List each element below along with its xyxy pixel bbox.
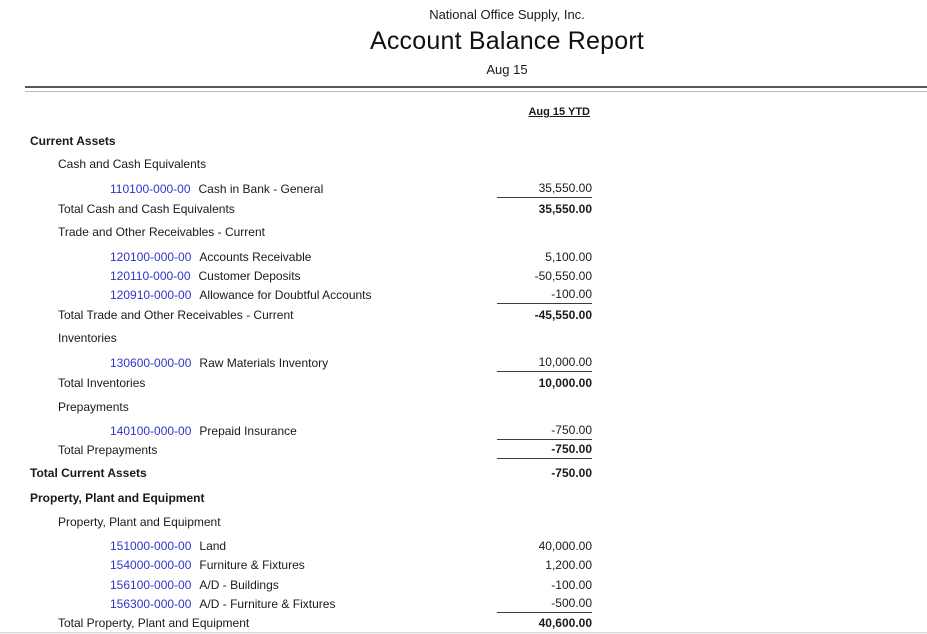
account-name: Cash in Bank - General [199,182,324,196]
report-body: Aug 15 YTD Current Assets Cash and Cash … [0,106,592,632]
account-name: Furniture & Fixtures [199,558,304,572]
amount-value: 1,200.00 [497,558,592,574]
amount-value: 10,000.00 [497,355,592,372]
account-name: Raw Materials Inventory [199,356,328,370]
account-name: A/D - Buildings [199,578,278,592]
amount-value: -100.00 [497,287,592,304]
amount-value: 40,000.00 [497,539,592,555]
grand-total-row: Total Current Assets -750.00 [0,463,592,482]
account-name: A/D - Furniture & Fixtures [199,597,335,611]
amount-value: -50,550.00 [497,269,592,285]
company-name: National Office Supply, Inc. [0,0,927,22]
account-row: 156300-000-00A/D - Furniture & Fixtures … [0,594,592,613]
amount-value: -100.00 [497,578,592,594]
subsection-label: Trade and Other Receivables - Current [58,225,265,239]
total-row: Total Property, Plant and Equipment 40,6… [0,613,592,632]
account-number-link[interactable]: 154000-000-00 [110,558,191,572]
account-name: Land [199,539,226,553]
total-row: Total Cash and Cash Equivalents 35,550.0… [0,199,592,218]
subsection-row: Cash and Cash Equivalents [0,154,592,173]
grand-total-label: Total Current Assets [30,466,147,480]
account-name: Accounts Receivable [199,250,311,264]
header-separator-dark [25,86,927,88]
total-label: Total Cash and Cash Equivalents [58,202,235,216]
account-number-link[interactable]: 120110-000-00 [110,269,191,283]
section-label: Property, Plant and Equipment [30,491,204,505]
account-number-link[interactable]: 156100-000-00 [110,578,191,592]
account-number-link[interactable]: 156300-000-00 [110,597,191,611]
total-label: Total Property, Plant and Equipment [58,616,249,630]
total-label: Total Prepayments [58,443,157,457]
account-name: Allowance for Doubtful Accounts [199,288,371,302]
account-number-link[interactable]: 130600-000-00 [110,356,191,370]
amount-value: -500.00 [497,596,592,613]
account-number-link[interactable]: 140100-000-00 [110,424,191,438]
header-separator-light [25,91,927,92]
subsection-row: Trade and Other Receivables - Current [0,222,592,241]
account-number-link[interactable]: 151000-000-00 [110,539,191,553]
section-row: Current Assets [0,131,592,150]
total-label: Total Inventories [58,376,145,390]
subsection-label: Inventories [58,331,117,345]
account-row: 151000-000-00 Land 40,000.00 [0,536,592,555]
account-name: Customer Deposits [199,269,301,283]
account-row: 110100-000-00 Cash in Bank - General 35,5… [0,179,592,198]
amount-value: -750.00 [497,423,592,440]
subsection-row: Property, Plant and Equipment [0,512,592,531]
account-row: 120110-000-00 Customer Deposits -50,550.0… [0,266,592,285]
account-row: 120100-000-00 Accounts Receivable 5,100.0… [0,247,592,266]
account-row: 120910-000-00 Allowance for Doubtful Acco… [0,285,592,304]
account-number-link[interactable]: 120100-000-00 [110,250,191,264]
total-row: Total Inventories 10,000.00 [0,373,592,392]
account-number-link[interactable]: 120910-000-00 [110,288,191,302]
subsection-label: Property, Plant and Equipment [58,515,221,529]
account-row: 130600-000-00 Raw Materials Inventory 10,… [0,353,592,372]
subsection-label: Cash and Cash Equivalents [58,157,206,171]
report-header: National Office Supply, Inc. Account Bal… [0,0,927,77]
account-row: 156100-000-00 A/D - Buildings -100.00 [0,575,592,594]
account-number-link[interactable]: 110100-000-00 [110,182,191,196]
total-amount: -45,550.00 [497,308,592,324]
report-page: National Office Supply, Inc. Account Bal… [0,0,927,632]
account-name: Prepaid Insurance [199,424,296,438]
account-row: 154000-000-00 Furniture & Fixtures 1,200.… [0,555,592,574]
subsection-row: Inventories [0,328,592,347]
account-row: 140100-000-00 Prepaid Insurance -750.00 [0,421,592,440]
amount-value: 35,550.00 [497,181,592,198]
total-label: Total Trade and Other Receivables - Curr… [58,308,293,322]
subsection-row: Prepayments [0,397,592,416]
page-title: Account Balance Report [0,27,927,56]
section-row: Property, Plant and Equipment [0,488,592,507]
column-header-ytd: Aug 15 YTD [0,106,592,122]
section-label: Current Assets [30,134,116,148]
total-amount: 10,000.00 [497,376,592,392]
total-amount: 40,600.00 [497,616,592,632]
total-row: Total Prepayments -750.00 [0,440,592,459]
total-row: Total Trade and Other Receivables - Curr… [0,305,592,324]
report-period: Aug 15 [0,62,927,77]
amount-value: 5,100.00 [497,250,592,266]
total-amount: 35,550.00 [497,202,592,218]
grand-total-amount: -750.00 [497,466,592,482]
subsection-label: Prepayments [58,400,129,414]
report-rows: Current Assets Cash and Cash Equivalents… [0,131,592,632]
total-amount: -750.00 [497,442,592,459]
